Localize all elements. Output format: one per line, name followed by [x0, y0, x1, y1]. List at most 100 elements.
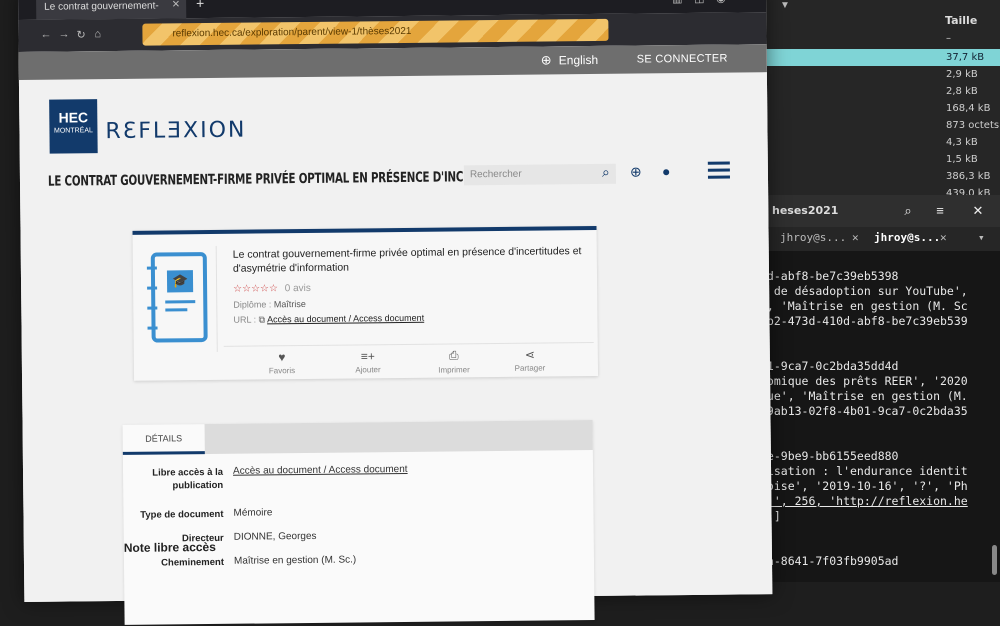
language-link[interactable]: English [559, 53, 599, 67]
terminal-link-line[interactable]: .)', 256, 'http://reflexion.he [760, 494, 1000, 509]
menu-icon[interactable]: ≡ [740, 0, 747, 3]
detail-value[interactable]: DIONNE, Georges [234, 531, 317, 543]
file-size-cell: – [946, 33, 951, 44]
terminal-window[interactable]: heses2021 ⌕ ≡ ✕ jhroy@s... jhroy@s... ✕ … [760, 195, 1000, 582]
diploma-value: Maîtrise [273, 299, 306, 310]
document-access-link[interactable]: Accès au document / Access document [267, 313, 424, 325]
file-size-panel: ▼ Taille – 37,7 kB 2,9 kB 2,8 kB 168,4 k… [760, 0, 1000, 199]
sidebar-icon[interactable]: ◫ [694, 0, 705, 5]
file-size-cell: 168,4 kB [946, 103, 991, 114]
favorites-label: Favoris [268, 366, 296, 376]
card-actions: ♥ Favoris ≡+ Ajouter ⎙ Imprimer ⋖ Partag… [223, 341, 595, 380]
terminal-line: ea-8641-7f03fb9905ad [760, 554, 899, 568]
browser-window: Le contrat gouvernement- ✕ + ▥ ◫ ◉ ≡ ← →… [18, 0, 773, 625]
detail-value: Mémoire [233, 507, 273, 519]
terminal-output[interactable]: 0d-abf8-be7c39eb5398 e de désadoption su… [760, 251, 1000, 569]
url-label: URL : [233, 314, 257, 325]
globe-icon[interactable]: ⊕ [541, 52, 552, 68]
search-icon[interactable]: ⌕ [602, 164, 610, 181]
terminal-line: 99ab13-02f8-4b01-9ca7-0c2bda35 [760, 404, 968, 418]
detail-label: Libre accès à la publication [152, 466, 224, 492]
terminal-line: nue', 'Maîtrise en gestion (M. [760, 389, 968, 403]
reflexion-logo[interactable]: RƐFLƎXION [105, 118, 246, 144]
detail-value: Maîtrise en gestion (M. Sc.) [233, 554, 357, 567]
file-size-cell: 2,8 kB [946, 86, 978, 97]
browser-tab[interactable]: Le contrat gouvernement- ✕ [36, 0, 187, 20]
open-access-link[interactable]: Accès au document / Access document [233, 464, 408, 477]
terminal-line: 01-9ca7-0c2bda35dd4d [760, 359, 899, 373]
hec-logo[interactable]: HEC MONTRÉAL [49, 99, 98, 154]
detail-label: Cheminement [161, 556, 225, 569]
graduation-cap-icon: 🎓 [166, 270, 194, 293]
details-panel: DÉTAILS Libre accès à la publication Acc… [122, 420, 595, 625]
rating[interactable]: ☆☆☆☆☆ 0 avis [233, 280, 583, 295]
file-size-cell: 386,3 kB [946, 171, 991, 182]
close-icon[interactable]: ✕ [172, 0, 181, 10]
close-icon[interactable]: ✕ [966, 200, 990, 222]
close-icon[interactable]: ✕ [852, 231, 859, 244]
terminal-line: lisation : l'endurance identit [760, 464, 968, 478]
web-page: ⊕ English SE CONNECTER HEC MONTRÉAL RƐFL… [18, 44, 773, 625]
file-size-cell[interactable]: 37,7 kB [760, 49, 1000, 66]
terminal-tab[interactable]: jhroy@s... [780, 231, 846, 244]
terminal-line: 0'] [760, 509, 1000, 524]
star-rating-icon[interactable]: ☆☆☆☆☆ [233, 283, 278, 294]
chevron-down-icon[interactable]: ▾ [978, 231, 985, 244]
new-tab-icon[interactable]: + [196, 0, 204, 11]
terminal-line: ', 'Maîtrise en gestion (M. Sc [760, 299, 968, 313]
login-link[interactable]: SE CONNECTER [637, 53, 728, 66]
print-label: Imprimer [438, 365, 470, 375]
detail-row: Directeur DIONNE, Georges [124, 528, 594, 544]
user-icon[interactable]: ● [662, 163, 671, 179]
terminal-tab-active[interactable]: jhroy@s... [874, 231, 940, 244]
terminal-line: 2b2-473d-410d-abf8-be7c39eb539 [760, 314, 968, 328]
advanced-search-icon[interactable]: ⊕ [630, 163, 642, 180]
terminal-line: nomique des prêts REER', '2020 [760, 374, 968, 388]
home-icon[interactable]: ⌂ [94, 28, 101, 40]
menu-icon[interactable]: ≡ [928, 200, 952, 222]
share-label: Partager [514, 363, 546, 373]
desktop-background: ▼ Taille – 37,7 kB 2,9 kB 2,8 kB 168,4 k… [760, 0, 1000, 582]
terminal-scrollbar[interactable] [992, 545, 997, 575]
detail-row: Libre accès à la publication Accès au do… [123, 462, 593, 491]
reload-icon[interactable]: ↻ [76, 28, 85, 41]
browser-tab-title: Le contrat gouvernement- [44, 0, 159, 13]
search-input[interactable]: Rechercher [463, 163, 617, 186]
back-icon[interactable]: ← [40, 29, 51, 41]
logo-text-bottom: MONTRÉAL [53, 127, 93, 135]
file-size-cell: 2,9 kB [946, 69, 978, 80]
terminal-line: coise', '2019-10-16', '?', 'Ph [760, 479, 968, 493]
terminal-line: e de désadoption sur YouTube', [760, 284, 968, 298]
url-bar[interactable]: reflexion.hec.ca/exploration/parent/view… [142, 18, 609, 46]
tab-details[interactable]: DÉTAILS [122, 424, 205, 455]
print-button[interactable]: ⎙ Imprimer [414, 348, 494, 375]
file-size-cell: 4,3 kB [946, 137, 978, 148]
file-size-cell: 1,5 kB [946, 154, 978, 165]
size-column-header[interactable]: Taille [945, 14, 977, 27]
add-to-list-icon: ≡+ [360, 349, 375, 364]
account-icon[interactable]: ◉ [716, 0, 726, 5]
document-thumbnail: 🎓 [136, 245, 218, 353]
favorites-button[interactable]: ♥ Favoris [242, 350, 322, 376]
terminal-titlebar[interactable]: heses2021 ⌕ ≡ ✕ [760, 195, 1000, 227]
terminal-tabs: jhroy@s... jhroy@s... ✕ ✕ ▾ [760, 227, 1000, 251]
terminal-title: heses2021 [772, 204, 839, 217]
url-row: URL : ⧉ Accès au document / Access docum… [233, 311, 583, 326]
hamburger-menu-icon[interactable] [707, 161, 730, 183]
diploma-row: Diplôme : Maîtrise [233, 296, 583, 310]
diploma-label: Diplôme : [233, 299, 272, 310]
logo-text-top: HEC [58, 109, 89, 126]
add-button[interactable]: ≡+ Ajouter [328, 349, 408, 375]
library-icon[interactable]: ▥ [672, 0, 683, 5]
forward-icon[interactable]: → [58, 28, 69, 40]
share-button[interactable]: ⋖ Partager [490, 347, 570, 373]
search-icon[interactable]: ⌕ [896, 200, 920, 222]
close-icon[interactable]: ✕ [940, 231, 947, 244]
chevron-down-icon[interactable]: ▼ [780, 0, 790, 11]
external-link-icon: ⧉ [258, 314, 266, 325]
detail-label: Type de document [140, 508, 224, 521]
